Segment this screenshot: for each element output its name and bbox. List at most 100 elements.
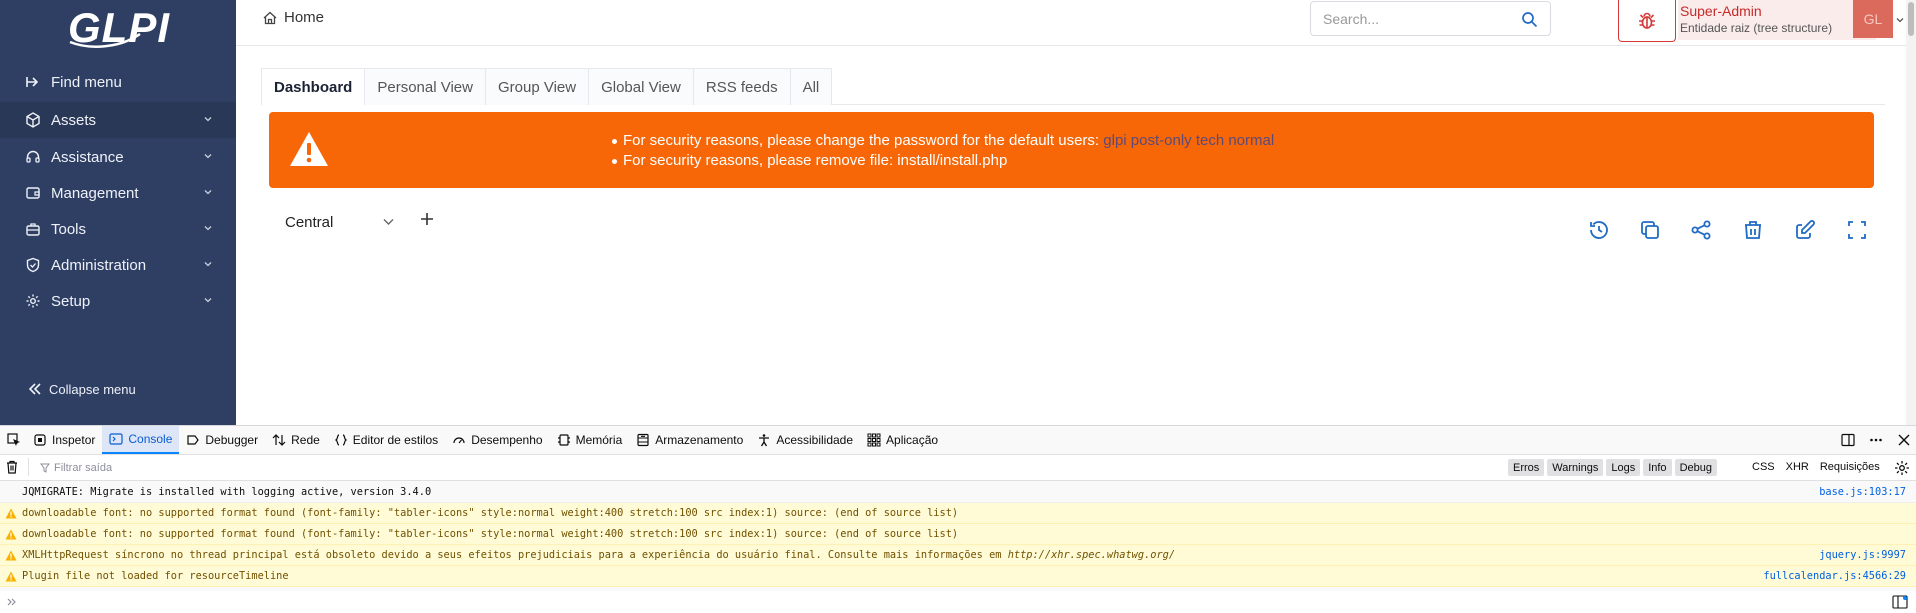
- filter-debug-button[interactable]: Debug: [1674, 459, 1717, 476]
- devtools-tab-application[interactable]: Aplicação: [860, 426, 945, 454]
- dock-side-icon[interactable]: [1840, 432, 1856, 448]
- chevron-down-icon: [204, 298, 212, 303]
- share-icon[interactable]: [1689, 218, 1713, 242]
- inspector-icon: [33, 433, 47, 447]
- user-profile[interactable]: Super-Admin Entidade raiz (tree structur…: [1678, 0, 1876, 40]
- chevron-down-icon: [204, 154, 212, 159]
- devtools-tab-label: Rede: [291, 433, 320, 447]
- sidebar-item-setup[interactable]: Setup: [0, 283, 236, 319]
- devtools-tab-label: Editor de estilos: [352, 433, 439, 447]
- alert-line-password: For security reasons, please change the …: [611, 131, 1274, 151]
- devtools-tab-performance[interactable]: Desempenho: [445, 426, 549, 454]
- alert-line1-text: For security reasons, please change the …: [623, 132, 1100, 149]
- tab-group-view[interactable]: Group View: [485, 68, 590, 105]
- sidebar-item-assistance[interactable]: Assistance: [0, 139, 236, 175]
- topbar: Home Super-Admin Entidade raiz (tree str…: [236, 0, 1916, 46]
- page-scrollbar[interactable]: [1906, 0, 1916, 425]
- warning-icon: [290, 132, 328, 166]
- devtools-tab-inspector[interactable]: Inspetor: [26, 426, 102, 454]
- headset-icon: [25, 149, 41, 165]
- console-icon: [109, 432, 123, 446]
- console-warning: XMLHttpRequest síncrono no thread princi…: [0, 545, 1916, 566]
- collapse-menu-button[interactable]: Collapse menu: [27, 381, 136, 397]
- console-message-text: XMLHttpRequest síncrono no thread princi…: [22, 549, 1175, 561]
- dashboard-select[interactable]: Central: [274, 208, 402, 236]
- console-input[interactable]: [0, 591, 1916, 613]
- close-icon[interactable]: [1896, 432, 1912, 448]
- filter-css-button[interactable]: CSS: [1748, 459, 1779, 475]
- filter-info-button[interactable]: Info: [1643, 459, 1672, 476]
- devtools-tabs: Inspetor Console Debugger Rede Editor de…: [0, 426, 1916, 455]
- avatar[interactable]: GL: [1853, 0, 1893, 38]
- glpi-logo[interactable]: GLPI: [60, 4, 180, 52]
- devtools-tab-console[interactable]: Console: [102, 426, 180, 454]
- devtools-tab-network[interactable]: Rede: [265, 426, 327, 454]
- filter-errors-button[interactable]: Erros: [1508, 459, 1545, 476]
- console-message-text: downloadable font: no supported format f…: [22, 507, 959, 519]
- gear-icon[interactable]: [1894, 460, 1910, 476]
- devtools-tab-memory[interactable]: Memória: [550, 426, 630, 454]
- search-input[interactable]: [1323, 3, 1523, 34]
- filter-placeholder: Filtrar saída: [54, 462, 113, 474]
- debug-mode-button[interactable]: [1618, 0, 1676, 42]
- home-icon: [263, 11, 277, 24]
- chevron-down-icon: [204, 262, 212, 267]
- devtools-tab-label: Armazenamento: [655, 433, 744, 447]
- history-icon[interactable]: [1587, 218, 1611, 242]
- console-message-link[interactable]: http://xhr.spec.whatwg.org/: [1008, 549, 1175, 561]
- shield-icon: [25, 257, 41, 273]
- plus-icon[interactable]: [418, 210, 436, 228]
- console-filter-input[interactable]: Filtrar saída: [40, 458, 740, 478]
- alert-messages: For security reasons, please change the …: [611, 131, 1274, 171]
- clear-console-icon[interactable]: [4, 459, 20, 475]
- editor-mode-icon[interactable]: [1892, 595, 1908, 609]
- search-icon[interactable]: [1521, 11, 1538, 28]
- element-picker-icon[interactable]: [2, 428, 26, 452]
- devtools-tab-style-editor[interactable]: Editor de estilos: [327, 426, 445, 454]
- chevron-down-icon[interactable]: [1896, 16, 1904, 24]
- tab-all[interactable]: All: [790, 68, 833, 105]
- console-message-source[interactable]: base.js:103:17: [1819, 486, 1906, 498]
- more-options-icon[interactable]: [1868, 432, 1884, 448]
- tab-personal-view[interactable]: Personal View: [365, 68, 486, 105]
- warning-icon: [5, 508, 17, 519]
- filter-requests-button[interactable]: Requisições: [1816, 459, 1884, 475]
- console-message-source[interactable]: fullcalendar.js:4566:29: [1763, 570, 1906, 582]
- filter-warnings-button[interactable]: Warnings: [1547, 459, 1604, 476]
- sidebar-item-label: Management: [51, 184, 139, 202]
- log-level-filters: Erros Warnings Logs Info Debug: [1508, 459, 1717, 476]
- browser-devtools: Inspetor Console Debugger Rede Editor de…: [0, 425, 1916, 613]
- devtools-tab-label: Inspetor: [52, 433, 96, 447]
- tab-dashboard[interactable]: Dashboard: [261, 68, 366, 105]
- console-filter-bar: Filtrar saída Erros Warnings Logs Info D…: [0, 455, 1916, 481]
- tab-rss-feeds[interactable]: RSS feeds: [693, 68, 791, 105]
- copy-icon[interactable]: [1638, 218, 1662, 242]
- devtools-tab-debugger[interactable]: Debugger: [179, 426, 265, 454]
- fullscreen-icon[interactable]: [1845, 218, 1869, 242]
- trash-icon[interactable]: [1741, 218, 1765, 242]
- sidebar-item-administration[interactable]: Administration: [0, 247, 236, 283]
- chevron-down-icon: [204, 190, 212, 195]
- edit-icon[interactable]: [1793, 218, 1817, 242]
- glpi-app: GLPI Find menu Assets Assistance Managem…: [0, 0, 1916, 425]
- sidebar-item-find-menu[interactable]: Find menu: [0, 64, 236, 100]
- devtools-tab-storage[interactable]: Armazenamento: [629, 426, 750, 454]
- sidebar-item-assets[interactable]: Assets: [0, 102, 236, 138]
- console-message-source[interactable]: jquery.js:9997: [1819, 549, 1906, 561]
- warning-icon: [5, 571, 17, 582]
- breadcrumb-home: Home: [284, 9, 325, 26]
- sidebar-item-management[interactable]: Management: [0, 175, 236, 211]
- tab-global-view[interactable]: Global View: [589, 68, 694, 105]
- search-box: [1310, 1, 1551, 36]
- chevrons-right-icon: [7, 598, 16, 606]
- grid-icon: [867, 433, 881, 447]
- sidebar-item-tools[interactable]: Tools: [0, 211, 236, 247]
- chevrons-left-icon: [28, 383, 41, 395]
- filter-xhr-button[interactable]: XHR: [1782, 459, 1813, 475]
- security-alert: For security reasons, please change the …: [269, 112, 1874, 188]
- devtools-tab-accessibility[interactable]: Acessibilidade: [750, 426, 860, 454]
- breadcrumb[interactable]: Home: [262, 9, 324, 26]
- console-warning: downloadable font: no supported format f…: [0, 503, 1916, 524]
- scrollbar-thumb[interactable]: [1908, 2, 1914, 36]
- filter-logs-button[interactable]: Logs: [1606, 459, 1641, 476]
